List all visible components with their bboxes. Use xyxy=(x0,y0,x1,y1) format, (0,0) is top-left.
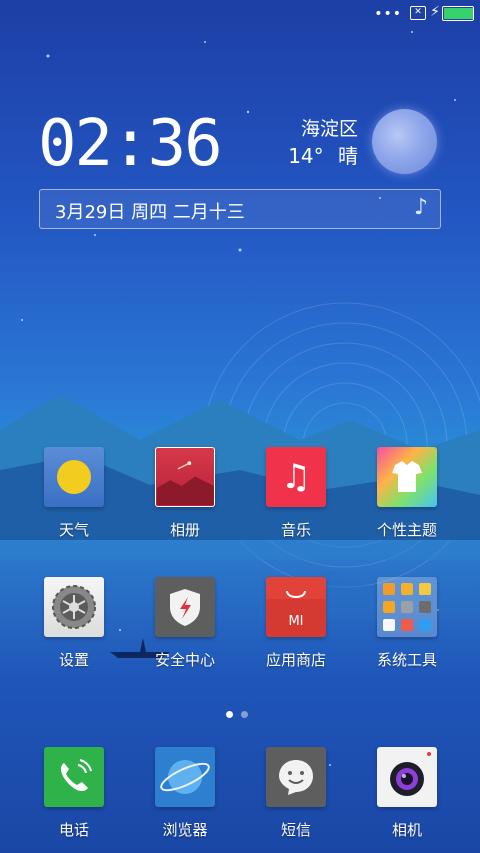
messages-icon xyxy=(266,747,326,807)
charging-bolt-icon: ⚡ xyxy=(430,4,440,20)
camera-icon xyxy=(377,747,437,807)
app-label: 短信 xyxy=(280,821,311,839)
moon-weather-icon[interactable] xyxy=(372,109,437,174)
clock-time[interactable]: 02:36 xyxy=(38,104,223,184)
browser-icon xyxy=(155,747,215,807)
gallery-icon xyxy=(155,447,215,507)
app-label: 天气 xyxy=(58,521,89,539)
app-settings[interactable]: 设置 xyxy=(24,577,124,669)
security-shield-icon xyxy=(155,577,215,637)
dock-camera[interactable]: 相机 xyxy=(357,747,457,839)
weather-location: 海淀区 xyxy=(300,118,358,140)
app-label: 个性主题 xyxy=(376,521,437,539)
app-weather[interactable]: 天气 xyxy=(24,447,124,539)
settings-gear-icon xyxy=(44,577,104,637)
themes-icon xyxy=(377,447,437,507)
dock-phone[interactable]: 电话 xyxy=(24,747,124,839)
sim-missing-icon: ✕ xyxy=(410,6,426,20)
app-security[interactable]: 安全中心 xyxy=(135,577,235,669)
music-icon: ♫ xyxy=(266,447,326,507)
app-label: 系统工具 xyxy=(376,651,437,669)
weather-temperature: 14° xyxy=(288,144,324,168)
svg-text:MI: MI xyxy=(288,614,303,629)
app-store[interactable]: MI 应用商店 xyxy=(246,577,346,669)
more-dots-icon: ••• xyxy=(374,6,402,22)
weather-widget[interactable]: 海淀区 14° 晴 xyxy=(288,116,358,170)
music-note-icon[interactable]: ♪ xyxy=(414,195,428,220)
app-label: 浏览器 xyxy=(162,821,208,839)
app-themes[interactable]: 个性主题 xyxy=(357,447,457,539)
tools-folder-icon xyxy=(377,577,437,637)
app-label: 相机 xyxy=(391,821,422,839)
battery-icon xyxy=(442,6,474,21)
dock-messages[interactable]: 短信 xyxy=(246,747,346,839)
date-text: 3月29日 周四 二月十三 xyxy=(55,202,245,223)
app-label: 设置 xyxy=(58,651,89,669)
page-indicator[interactable] xyxy=(226,703,256,722)
app-tools-folder[interactable]: 系统工具 xyxy=(357,577,457,669)
weather-sun-icon xyxy=(44,447,104,507)
phone-icon xyxy=(44,747,104,807)
app-label: 音乐 xyxy=(280,521,311,539)
battery-level xyxy=(444,8,473,19)
app-gallery[interactable]: 相册 xyxy=(135,447,235,539)
app-label: 应用商店 xyxy=(265,651,326,669)
app-label: 安全中心 xyxy=(154,651,215,669)
status-bar: ••• ✕ ⚡ xyxy=(0,0,480,28)
date-bar[interactable]: 3月29日 周四 二月十三 ♪ xyxy=(39,189,441,229)
app-store-bag-icon: MI xyxy=(266,577,326,637)
weather-condition: 晴 xyxy=(338,144,358,168)
page-dot[interactable] xyxy=(241,711,248,718)
dock-browser[interactable]: 浏览器 xyxy=(135,747,235,839)
page-dot[interactable] xyxy=(226,711,233,718)
app-label: 相册 xyxy=(169,521,200,539)
weather-temp-line: 14° 晴 xyxy=(288,142,358,170)
app-label: 电话 xyxy=(58,821,89,839)
app-music[interactable]: ♫ 音乐 xyxy=(246,447,346,539)
